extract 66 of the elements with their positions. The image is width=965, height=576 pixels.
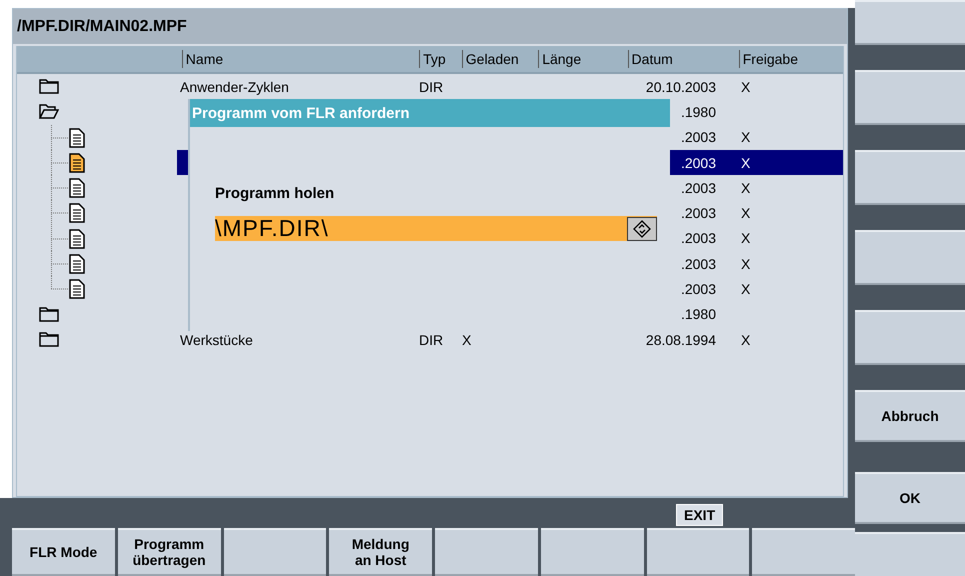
- release-mark: X: [741, 154, 750, 171]
- date-cell: .2003: [680, 205, 716, 222]
- document-icon: [69, 228, 85, 249]
- softkey[interactable]: [855, 0, 965, 45]
- softkey[interactable]: [855, 70, 965, 125]
- release-mark: X: [741, 332, 750, 348]
- softkey[interactable]: [855, 532, 965, 576]
- tree-connector-line: [51, 124, 71, 151]
- date-cell: .2003: [680, 129, 716, 146]
- softkey[interactable]: [646, 528, 750, 576]
- dialog-title: Programm vom FLR anfordern: [190, 99, 670, 127]
- tree-connector-line: [51, 175, 71, 202]
- diamond-arrow-icon: [633, 220, 651, 238]
- date-cell: .2003: [680, 154, 716, 171]
- exit-label: EXIT: [676, 504, 724, 526]
- type-cell: DIR: [419, 332, 444, 348]
- tree-connector-line: [51, 200, 71, 226]
- softkey[interactable]: [752, 528, 855, 576]
- date-cell: .1980: [680, 306, 716, 322]
- path-title: /MPF.DIR/MAIN02.MPF: [13, 9, 847, 44]
- softkey[interactable]: [540, 528, 644, 576]
- file-name[interactable]: Anwender-Zyklen: [180, 78, 289, 95]
- file-name[interactable]: Werkstücke: [180, 332, 253, 348]
- softkey[interactable]: Abbruch: [855, 390, 965, 442]
- column-header: Geladen: [462, 50, 519, 68]
- softkey[interactable]: [855, 230, 965, 285]
- date-cell: .1980: [680, 104, 716, 120]
- input-field[interactable]: \MPF.DIR\: [215, 216, 657, 241]
- document-icon: [69, 178, 85, 198]
- column-header: Länge: [538, 50, 582, 68]
- release-mark: X: [741, 205, 750, 222]
- softkey[interactable]: OK: [855, 472, 965, 524]
- date-cell: .2003: [680, 256, 716, 272]
- document-icon: [69, 279, 85, 300]
- release-mark: X: [741, 129, 750, 146]
- document-icon: [69, 254, 85, 274]
- release-mark: X: [741, 78, 750, 95]
- column-header: Typ: [419, 50, 446, 68]
- date-cell: .2003: [680, 180, 716, 196]
- highlighted-document-icon: [69, 152, 85, 173]
- softkey[interactable]: Programm übertragen: [118, 528, 220, 576]
- softkey[interactable]: [855, 150, 965, 205]
- softkey[interactable]: FLR Mode: [12, 528, 115, 576]
- release-mark: X: [741, 180, 750, 196]
- date-cell: 20.10.2003: [646, 78, 716, 95]
- softkey[interactable]: [855, 310, 965, 365]
- column-header: Freigabe: [738, 50, 798, 68]
- date-cell: .2003: [680, 281, 716, 298]
- release-mark: X: [741, 230, 750, 246]
- toggle-button[interactable]: [627, 216, 657, 240]
- tree-connector-line: [51, 150, 71, 176]
- softkey[interactable]: [435, 528, 538, 576]
- document-icon: [69, 128, 85, 148]
- loaded-mark: X: [462, 332, 472, 348]
- tree-connector-line: [51, 226, 71, 252]
- date-cell: 28.08.1994: [646, 332, 716, 348]
- softkey[interactable]: [224, 528, 326, 576]
- field-label: Programm holen: [215, 185, 336, 202]
- release-mark: X: [741, 256, 750, 272]
- column-header: Datum: [628, 50, 673, 68]
- softkey[interactable]: Meldung an Host: [329, 528, 432, 576]
- column-header: Name: [182, 50, 224, 68]
- type-cell: DIR: [419, 78, 444, 95]
- date-cell: .2003: [680, 230, 716, 246]
- document-icon: [69, 203, 85, 224]
- release-mark: X: [741, 281, 750, 298]
